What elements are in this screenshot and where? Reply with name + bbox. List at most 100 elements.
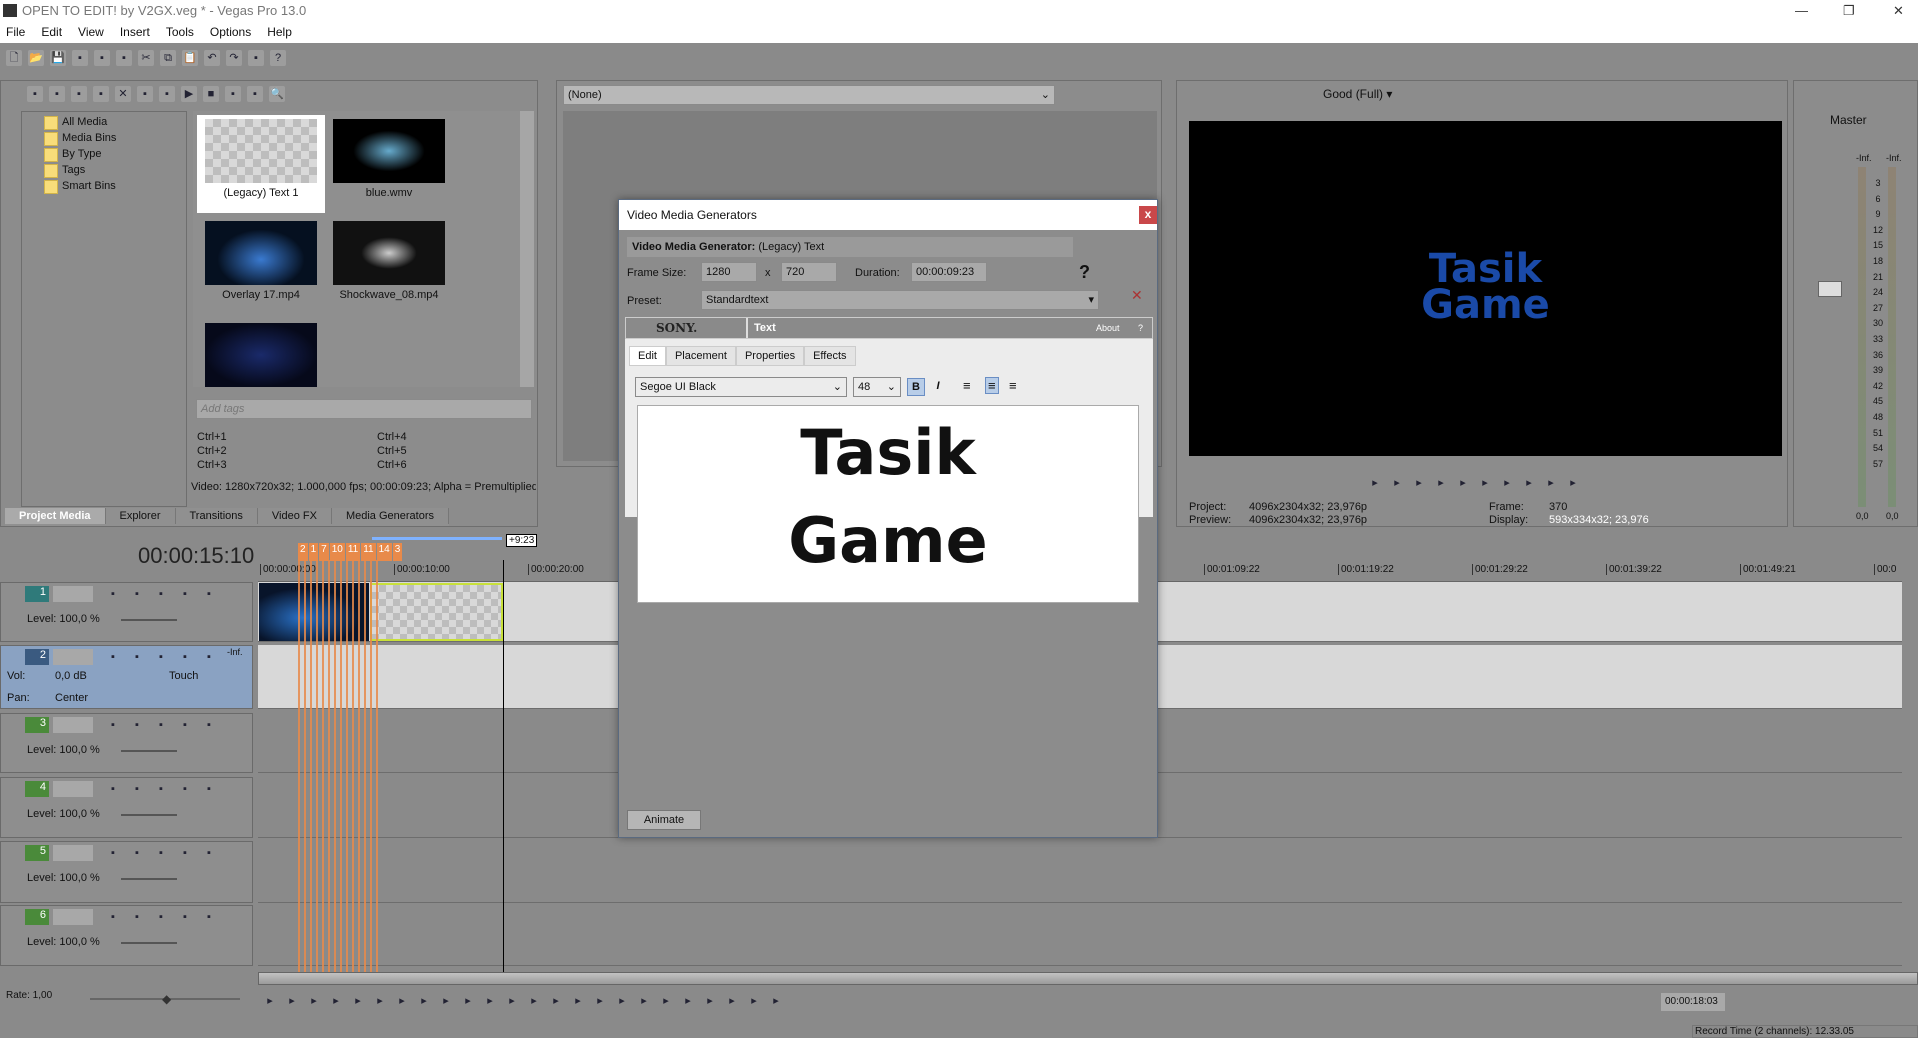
split-icon[interactable]: ▸ (614, 993, 630, 1009)
new-icon[interactable]: 🗋 (6, 50, 22, 66)
composite-mode-icon[interactable]: ▪ (105, 845, 121, 861)
pause-icon[interactable]: ▸ (1455, 475, 1471, 491)
solo-icon[interactable]: ▪ (201, 909, 217, 925)
motion-icon[interactable]: ▪ (129, 845, 145, 861)
save-as-icon[interactable]: ▪ (72, 50, 88, 66)
solo-icon[interactable]: ▪ (201, 586, 217, 602)
zoom-tool-icon[interactable]: ▸ (548, 993, 564, 1009)
preview-quality-select[interactable]: Good (Full) ▾ (1323, 87, 1392, 101)
composite-mode-icon[interactable]: ▪ (105, 781, 121, 797)
selection-tool-icon[interactable]: ▸ (526, 993, 542, 1009)
stop-icon[interactable]: ■ (203, 86, 219, 102)
auto-crossfade-icon[interactable]: ▸ (724, 993, 740, 1009)
tree-item[interactable]: Media Bins (22, 130, 186, 146)
about-help[interactable]: ? (1138, 323, 1143, 333)
tree-item[interactable]: Smart Bins (22, 178, 186, 194)
menu-view[interactable]: View (78, 22, 104, 43)
undo-icon[interactable]: ↶ (204, 50, 220, 66)
dock-tab[interactable]: Video FX (258, 508, 332, 524)
minimize-button[interactable]: — (1795, 0, 1808, 22)
go-start-icon[interactable]: ▸ (394, 993, 410, 1009)
media-item[interactable]: Overlay 17.mp4 (197, 217, 325, 315)
play-icon[interactable]: ▸ (328, 993, 344, 1009)
level-slider[interactable] (121, 750, 177, 752)
media-item[interactable]: blue.wmv (325, 115, 453, 213)
marker[interactable]: 11 (345, 543, 361, 561)
tags-input[interactable]: Add tags (196, 399, 532, 419)
italic-button[interactable]: I (929, 378, 947, 396)
marker[interactable]: 3 (392, 543, 403, 561)
motion-icon[interactable]: ▪ (129, 649, 145, 665)
fx-icon[interactable]: ▪ (153, 845, 169, 861)
stop-icon[interactable]: ▸ (372, 993, 388, 1009)
track-header[interactable]: 4 ▪ ▪ ▪ ▪ ▪ Level: 100,0 % (0, 777, 253, 838)
automation-mode[interactable]: Touch (169, 670, 198, 682)
menu-edit[interactable]: Edit (41, 22, 62, 43)
level-slider[interactable] (121, 619, 177, 621)
motion-icon[interactable]: ▪ (129, 781, 145, 797)
marker[interactable]: 1 (308, 543, 319, 561)
pause-icon[interactable]: ▸ (350, 993, 366, 1009)
tree-item[interactable]: By Type (22, 146, 186, 162)
mute-icon[interactable]: ▪ (177, 717, 193, 733)
track-name-field[interactable] (53, 717, 93, 733)
composite-mode-icon[interactable]: ▪ (105, 586, 121, 602)
copy-icon[interactable]: ⧉ (160, 50, 176, 66)
stop-icon[interactable]: ▸ (1477, 475, 1493, 491)
level-slider[interactable] (121, 878, 177, 880)
fx-icon[interactable]: ▪ (153, 781, 169, 797)
master-fader[interactable] (1818, 281, 1842, 297)
plugin-tab-effects[interactable]: Effects (804, 346, 856, 366)
auto-preview-icon[interactable]: ▪ (225, 86, 241, 102)
save-icon[interactable]: 💾 (50, 50, 66, 66)
search-icon[interactable]: 🔍 (269, 86, 285, 102)
mute-icon[interactable]: ▪ (177, 845, 193, 861)
marker[interactable]: 10 (329, 543, 345, 561)
properties-icon[interactable]: ▪ (137, 86, 153, 102)
fx-icon[interactable]: ▪ (153, 717, 169, 733)
plugin-tab-edit[interactable]: Edit (629, 346, 666, 366)
solo-icon[interactable]: ▪ (201, 649, 217, 665)
delete-icon[interactable]: ▸ (570, 993, 586, 1009)
composite-mode-icon[interactable]: ▪ (105, 717, 121, 733)
bold-button[interactable]: B (907, 378, 925, 396)
next-frame-icon[interactable]: ▸ (1521, 475, 1537, 491)
cut-icon[interactable]: ✂ (138, 50, 154, 66)
mute-icon[interactable]: ▪ (177, 649, 193, 665)
dock-tab[interactable]: Transitions (176, 508, 258, 524)
solo-icon[interactable]: ▪ (201, 845, 217, 861)
video-clip-legacy-text[interactable] (370, 583, 503, 641)
track-lane[interactable] (258, 841, 1902, 903)
track-header[interactable]: 3 ▪ ▪ ▪ ▪ ▪ Level: 100,0 % (0, 713, 253, 773)
trim-icon[interactable]: ▸ (592, 993, 608, 1009)
level-slider[interactable] (121, 814, 177, 816)
track-header[interactable]: 5 ▪ ▪ ▪ ▪ ▪ Level: 100,0 % (0, 841, 253, 903)
plugin-tab-properties[interactable]: Properties (735, 346, 805, 366)
align-left-icon[interactable]: ≡ (963, 378, 971, 393)
render-icon[interactable]: ▪ (94, 50, 110, 66)
ripple-icon[interactable]: ▸ (746, 993, 762, 1009)
mute-icon[interactable]: ▪ (177, 586, 193, 602)
dialog-close-button[interactable]: x (1139, 206, 1157, 224)
marker[interactable]: 14 (376, 543, 392, 561)
get-media-icon[interactable]: ▪ (71, 86, 87, 102)
fx-icon[interactable]: ▪ (153, 649, 169, 665)
help-icon[interactable]: ? (1079, 262, 1090, 283)
mute-icon[interactable]: ▪ (177, 909, 193, 925)
track-name-field[interactable] (53, 586, 93, 602)
font-select[interactable]: Segoe UI Black ⌄ (635, 377, 847, 397)
marker[interactable]: 11 (361, 543, 376, 561)
capture-icon[interactable]: ▪ (49, 86, 65, 102)
lock-icon[interactable]: ▸ (636, 993, 652, 1009)
frame-width-input[interactable]: 1280 (701, 262, 757, 282)
track-name-field[interactable] (53, 909, 93, 925)
track-name-field[interactable] (53, 649, 93, 665)
loop-icon[interactable]: ▸ (284, 993, 300, 1009)
fx-icon[interactable]: ▪ (153, 586, 169, 602)
track-lane[interactable] (258, 905, 1902, 966)
menu-options[interactable]: Options (210, 22, 251, 43)
duration-input[interactable]: 00:00:09:23 (911, 262, 987, 282)
playhead[interactable] (503, 560, 504, 972)
rate-slider[interactable]: ◆ (90, 992, 240, 1006)
text-edit-area[interactable]: Tasik Game (637, 405, 1139, 603)
